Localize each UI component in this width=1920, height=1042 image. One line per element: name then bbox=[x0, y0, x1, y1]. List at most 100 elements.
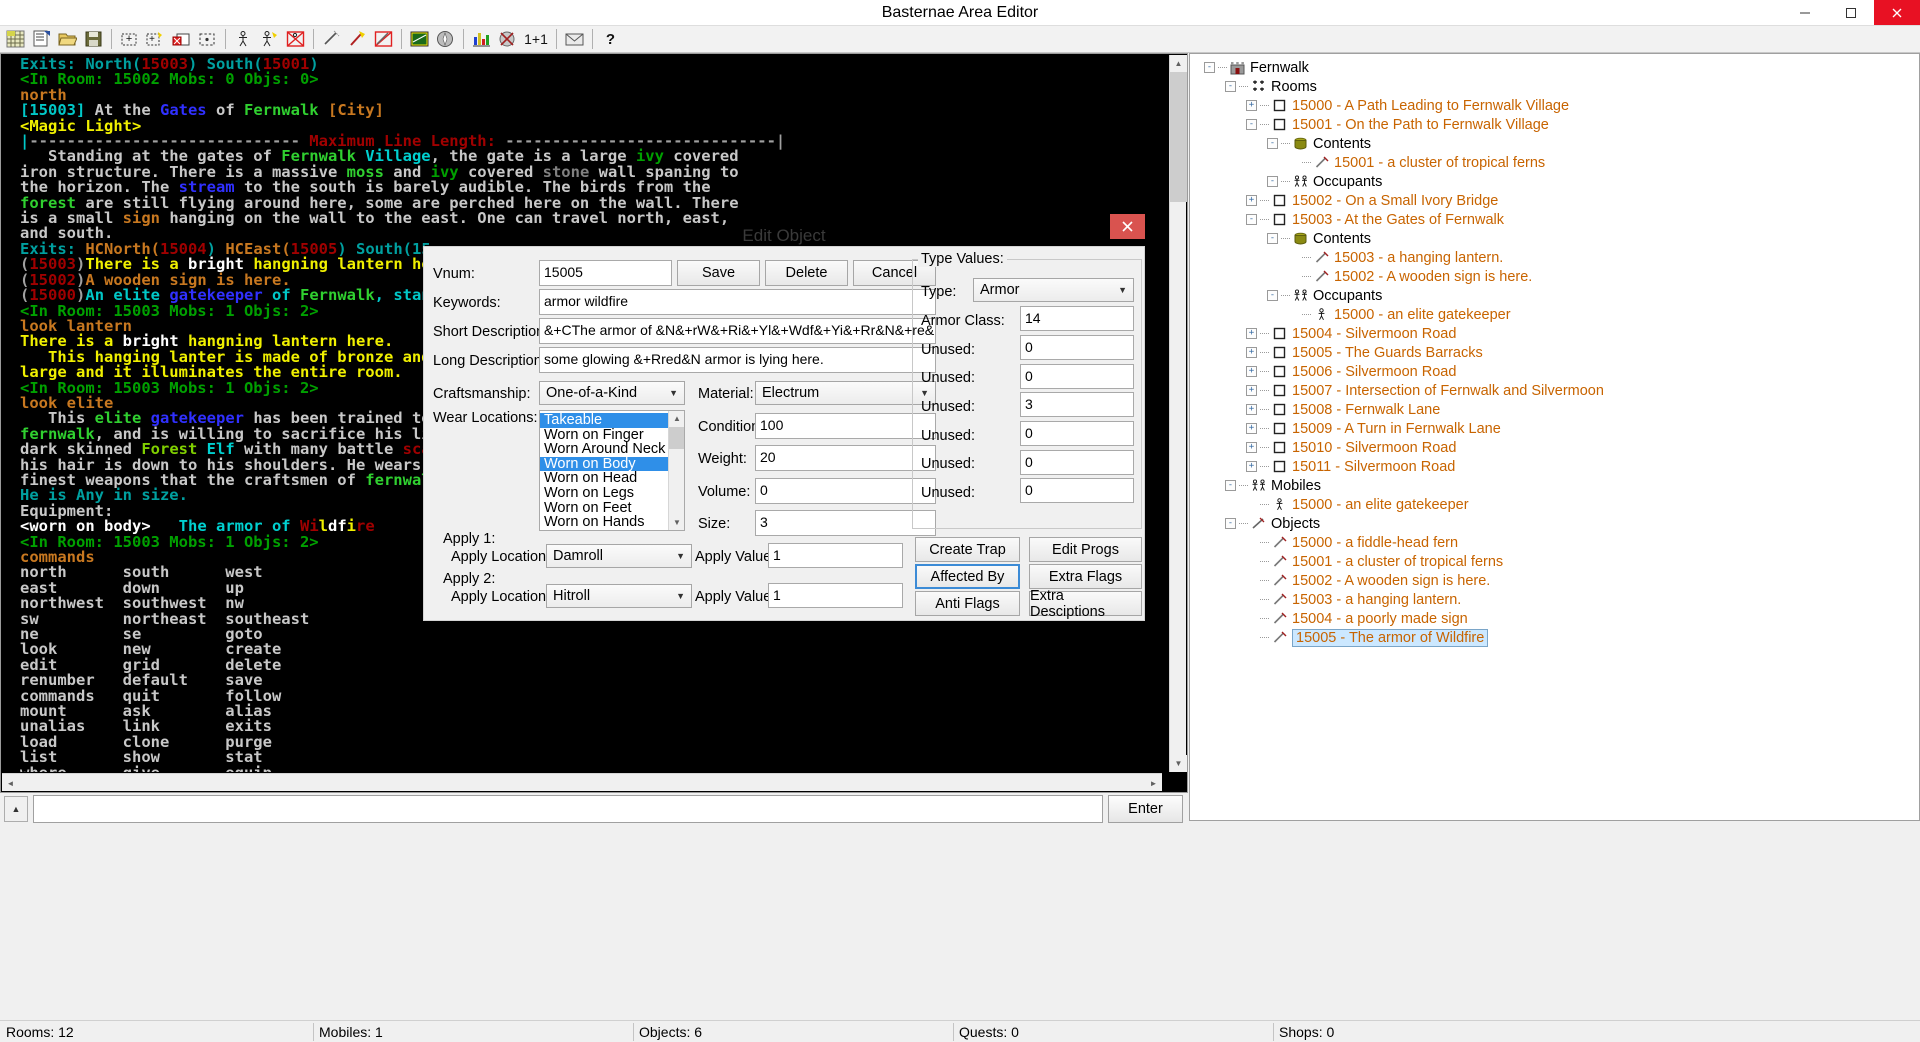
affected-by-button[interactable]: Affected By bbox=[915, 564, 1020, 589]
collapse-icon[interactable]: - bbox=[1267, 138, 1278, 149]
condition-field[interactable]: 100 bbox=[755, 413, 936, 439]
tree-node[interactable]: 15004 - a poorly made sign bbox=[1196, 609, 1919, 628]
tree-node[interactable]: +15000 - A Path Leading to Fernwalk Vill… bbox=[1196, 96, 1919, 115]
tree-node[interactable]: -Occupants bbox=[1196, 172, 1919, 191]
expand-icon[interactable]: + bbox=[1246, 366, 1257, 377]
collapse-icon[interactable]: - bbox=[1225, 480, 1236, 491]
unused2-field[interactable]: 0 bbox=[1020, 364, 1134, 389]
map-icon[interactable] bbox=[407, 27, 432, 51]
wear-location-option[interactable]: Worn on Body bbox=[540, 457, 668, 472]
expand-icon[interactable]: + bbox=[1246, 100, 1257, 111]
scroll-down-icon[interactable]: ▼ bbox=[669, 515, 685, 530]
material-select[interactable]: Electrum ▼ bbox=[755, 381, 936, 405]
unused6-field[interactable]: 0 bbox=[1020, 478, 1134, 503]
mail-icon[interactable] bbox=[562, 27, 587, 51]
scrollbar-thumb[interactable] bbox=[669, 427, 685, 449]
armor-class-field[interactable]: 14 bbox=[1020, 306, 1134, 331]
caret-up-icon[interactable]: ▲ bbox=[4, 796, 28, 822]
expand-icon[interactable]: + bbox=[1246, 328, 1257, 339]
save-button[interactable]: Save bbox=[677, 260, 760, 286]
apply2-value-field[interactable]: 1 bbox=[768, 583, 903, 608]
wear-location-option[interactable]: Worn on Hands bbox=[540, 515, 668, 530]
tree-node[interactable]: 15002 - A wooden sign is here. bbox=[1196, 571, 1919, 590]
area-properties-icon[interactable] bbox=[29, 27, 54, 51]
help-icon[interactable]: ? bbox=[598, 27, 623, 51]
renumber-icon[interactable]: 1+1 bbox=[521, 27, 551, 51]
minimize-icon[interactable] bbox=[1782, 0, 1828, 25]
tree-node[interactable]: +15010 - Silvermoon Road bbox=[1196, 438, 1919, 457]
volume-field[interactable]: 0 bbox=[755, 478, 936, 504]
anti-flags-button[interactable]: Anti Flags bbox=[915, 591, 1020, 616]
wear-location-option[interactable]: Worn on Finger bbox=[540, 428, 668, 443]
tree-node[interactable]: +15002 - On a Small Ivory Bridge bbox=[1196, 191, 1919, 210]
tree-node[interactable]: +15011 - Silvermoon Road bbox=[1196, 457, 1919, 476]
scroll-right-icon[interactable]: ► bbox=[1145, 774, 1162, 792]
expand-icon[interactable]: + bbox=[1246, 423, 1257, 434]
short-description-field[interactable]: &+CThe armor of &N&+rW&+Ri&+Yl&+Wdf&+Yi&… bbox=[539, 318, 936, 344]
wear-location-option[interactable]: Worn on Legs bbox=[540, 486, 668, 501]
apply2-location-select[interactable]: Hitroll ▼ bbox=[546, 584, 692, 608]
size-field[interactable]: 3 bbox=[755, 510, 936, 536]
type-select[interactable]: Armor ▼ bbox=[973, 278, 1134, 302]
new-area-icon[interactable] bbox=[3, 27, 28, 51]
tree-node[interactable]: -Mobiles bbox=[1196, 476, 1919, 495]
wear-location-option[interactable]: Worn Around Neck bbox=[540, 442, 668, 457]
wear-locations-scrollbar[interactable]: ▲ ▼ bbox=[668, 411, 684, 530]
craftsmanship-select[interactable]: One-of-a-Kind ▼ bbox=[539, 381, 685, 405]
unused3-field[interactable]: 3 bbox=[1020, 392, 1134, 417]
collapse-icon[interactable]: - bbox=[1267, 176, 1278, 187]
expand-icon[interactable]: + bbox=[1246, 385, 1257, 396]
maximize-icon[interactable] bbox=[1828, 0, 1874, 25]
expand-icon[interactable]: + bbox=[1246, 347, 1257, 358]
tree-node[interactable]: -15003 - At the Gates of Fernwalk bbox=[1196, 210, 1919, 229]
apply1-location-select[interactable]: Damroll ▼ bbox=[546, 544, 692, 568]
enter-button[interactable]: Enter bbox=[1108, 795, 1183, 823]
quest-icon[interactable] bbox=[495, 27, 520, 51]
extra-flags-button[interactable]: Extra Flags bbox=[1029, 564, 1142, 589]
select-room-icon[interactable] bbox=[195, 27, 220, 51]
dialog-close-button[interactable] bbox=[1110, 214, 1145, 239]
command-input[interactable] bbox=[33, 795, 1103, 823]
unused4-field[interactable]: 0 bbox=[1020, 421, 1134, 446]
wear-location-option[interactable]: Worn on Feet bbox=[540, 501, 668, 516]
collapse-icon[interactable]: - bbox=[1225, 518, 1236, 529]
wear-locations-listbox[interactable]: TakeableWorn on FingerWorn Around NeckWo… bbox=[539, 410, 685, 531]
vnum-field[interactable]: 15005 bbox=[539, 260, 672, 286]
tree-node[interactable]: -Fernwalk bbox=[1196, 58, 1919, 77]
edit-mobile-icon[interactable] bbox=[257, 27, 282, 51]
tree-node[interactable]: +15005 - The Guards Barracks bbox=[1196, 343, 1919, 362]
collapse-icon[interactable]: - bbox=[1246, 214, 1257, 225]
new-object-icon[interactable] bbox=[319, 27, 344, 51]
collapse-icon[interactable]: - bbox=[1204, 62, 1215, 73]
tree-node[interactable]: +15008 - Fernwalk Lane bbox=[1196, 400, 1919, 419]
weight-field[interactable]: 20 bbox=[755, 445, 936, 471]
unused1-field[interactable]: 0 bbox=[1020, 335, 1134, 360]
tree-node[interactable]: 15000 - an elite gatekeeper bbox=[1196, 495, 1919, 514]
delete-button[interactable]: Delete bbox=[765, 260, 848, 286]
save-icon[interactable] bbox=[81, 27, 106, 51]
collapse-icon[interactable]: - bbox=[1225, 81, 1236, 92]
tree-node[interactable]: +15006 - Silvermoon Road bbox=[1196, 362, 1919, 381]
open-icon[interactable] bbox=[55, 27, 80, 51]
tree-node[interactable]: +15007 - Intersection of Fernwalk and Si… bbox=[1196, 381, 1919, 400]
tree-node[interactable]: -Contents bbox=[1196, 134, 1919, 153]
scroll-up-icon[interactable]: ▲ bbox=[1170, 55, 1187, 72]
new-room-icon[interactable]: + bbox=[117, 27, 142, 51]
statistics-icon[interactable] bbox=[469, 27, 494, 51]
tree-node[interactable]: -15001 - On the Path to Fernwalk Village bbox=[1196, 115, 1919, 134]
long-description-field[interactable]: some glowing &+Rred&N armor is lying her… bbox=[539, 347, 936, 373]
expand-icon[interactable]: + bbox=[1246, 461, 1257, 472]
apply1-value-field[interactable]: 1 bbox=[768, 543, 903, 568]
edit-room-icon[interactable]: + bbox=[143, 27, 168, 51]
wear-location-option[interactable]: Worn on Head bbox=[540, 471, 668, 486]
create-trap-button[interactable]: Create Trap bbox=[915, 537, 1020, 562]
scroll-down-icon[interactable]: ▼ bbox=[1170, 755, 1187, 772]
tree-node[interactable]: 15000 - an elite gatekeeper bbox=[1196, 305, 1919, 324]
close-icon[interactable] bbox=[1874, 0, 1920, 25]
keywords-field[interactable]: armor wildfire bbox=[539, 289, 936, 315]
scrollbar-thumb[interactable] bbox=[1170, 72, 1187, 202]
expand-icon[interactable]: + bbox=[1246, 442, 1257, 453]
tree-node[interactable]: 15001 - a cluster of tropical ferns bbox=[1196, 153, 1919, 172]
collapse-icon[interactable]: - bbox=[1267, 233, 1278, 244]
delete-object-icon[interactable] bbox=[371, 27, 396, 51]
